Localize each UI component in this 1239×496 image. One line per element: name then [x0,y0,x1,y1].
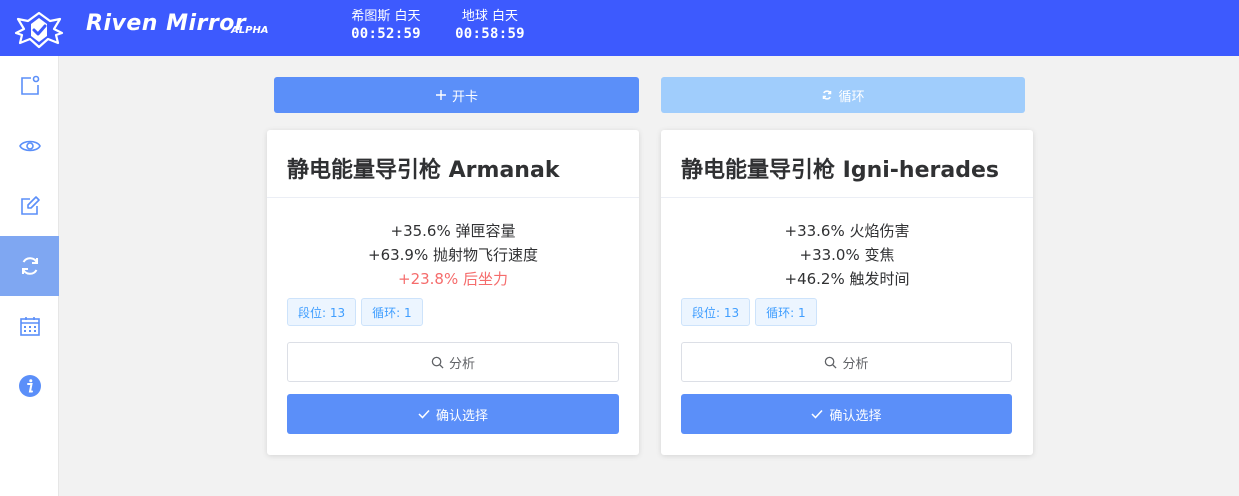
rank-tag: 段位: 13 [681,298,751,326]
stat-line: +46.2% 触发时间 [784,270,910,288]
earth-timer: 地球 白天 00:58:59 [455,9,525,43]
stat-line: +33.6% 火焰伤害 [784,222,910,240]
calendar-icon [19,317,40,336]
card-tags: 段位: 13 循环: 1 [681,298,817,326]
stat-line-negative: +23.8% 后坐力 [398,270,508,288]
card-title: 静电能量导引枪 Armanak [267,130,639,198]
new-card-icon [20,75,39,95]
stat-line: +33.0% 变焦 [799,246,895,264]
sidebar [0,56,59,496]
riven-logo-icon[interactable] [10,9,68,49]
earth-timer-label: 地球 白天 [461,9,519,24]
app-title: Riven Mirror [86,11,247,36]
cetus-timer-label: 希图斯 白天 [351,9,421,24]
analyze-label: 分析 [448,356,475,372]
earth-timer-value: 00:58:59 [455,26,525,42]
loop-button[interactable]: 循环 [661,77,1025,113]
card-stats: +33.6% 火焰伤害 +33.0% 变焦 +46.2% 触发时间 [661,219,1033,291]
app-header: Riven Mirror ALPHA 希图斯 白天 00:52:59 地球 白天… [0,0,1239,56]
sidebar-item-edit[interactable] [0,176,59,236]
analyze-button[interactable]: 分析 [287,342,619,382]
stat-line: +35.6% 弹匣容量 [390,222,516,240]
eye-icon [18,140,41,152]
sidebar-item-info[interactable] [0,356,59,416]
edit-icon [20,196,40,215]
riven-card: 静电能量导引枪 Armanak +35.6% 弹匣容量 +63.9% 抛射物飞行… [267,130,639,455]
open-card-button[interactable]: 开卡 [274,77,639,113]
confirm-select-button[interactable]: 确认选择 [681,394,1012,434]
open-card-label: 开卡 [451,89,478,105]
search-icon [824,356,838,369]
sidebar-item-loop[interactable] [0,236,59,296]
card-tags: 段位: 13 循环: 1 [287,298,423,326]
cetus-timer: 希图斯 白天 00:52:59 [346,9,426,43]
refresh-icon [821,89,833,101]
cycle-tag: 循环: 1 [755,298,817,326]
sidebar-item-calendar[interactable] [0,296,59,356]
cetus-timer-value: 00:52:59 [351,26,421,42]
check-icon [811,408,824,420]
analyze-button[interactable]: 分析 [681,342,1012,382]
card-title: 静电能量导引枪 Igni-herades [661,130,1033,198]
refresh-icon [21,257,38,275]
info-icon [18,375,41,397]
sidebar-item-view[interactable] [0,116,59,176]
loop-label: 循环 [838,89,865,105]
plus-icon [435,89,447,101]
check-icon [418,408,430,420]
confirm-label: 确认选择 [829,408,882,424]
sidebar-item-new-card[interactable] [0,56,59,116]
card-stats: +35.6% 弹匣容量 +63.9% 抛射物飞行速度 +23.8% 后坐力 [267,219,639,291]
confirm-select-button[interactable]: 确认选择 [287,394,619,434]
alpha-badge: ALPHA [231,25,269,36]
cycle-tag: 循环: 1 [361,298,423,326]
stat-line: +63.9% 抛射物飞行速度 [368,246,538,264]
confirm-label: 确认选择 [435,408,488,424]
rank-tag: 段位: 13 [287,298,357,326]
analyze-label: 分析 [842,356,869,372]
search-icon [431,356,444,369]
riven-card: 静电能量导引枪 Igni-herades +33.6% 火焰伤害 +33.0% … [661,130,1033,455]
